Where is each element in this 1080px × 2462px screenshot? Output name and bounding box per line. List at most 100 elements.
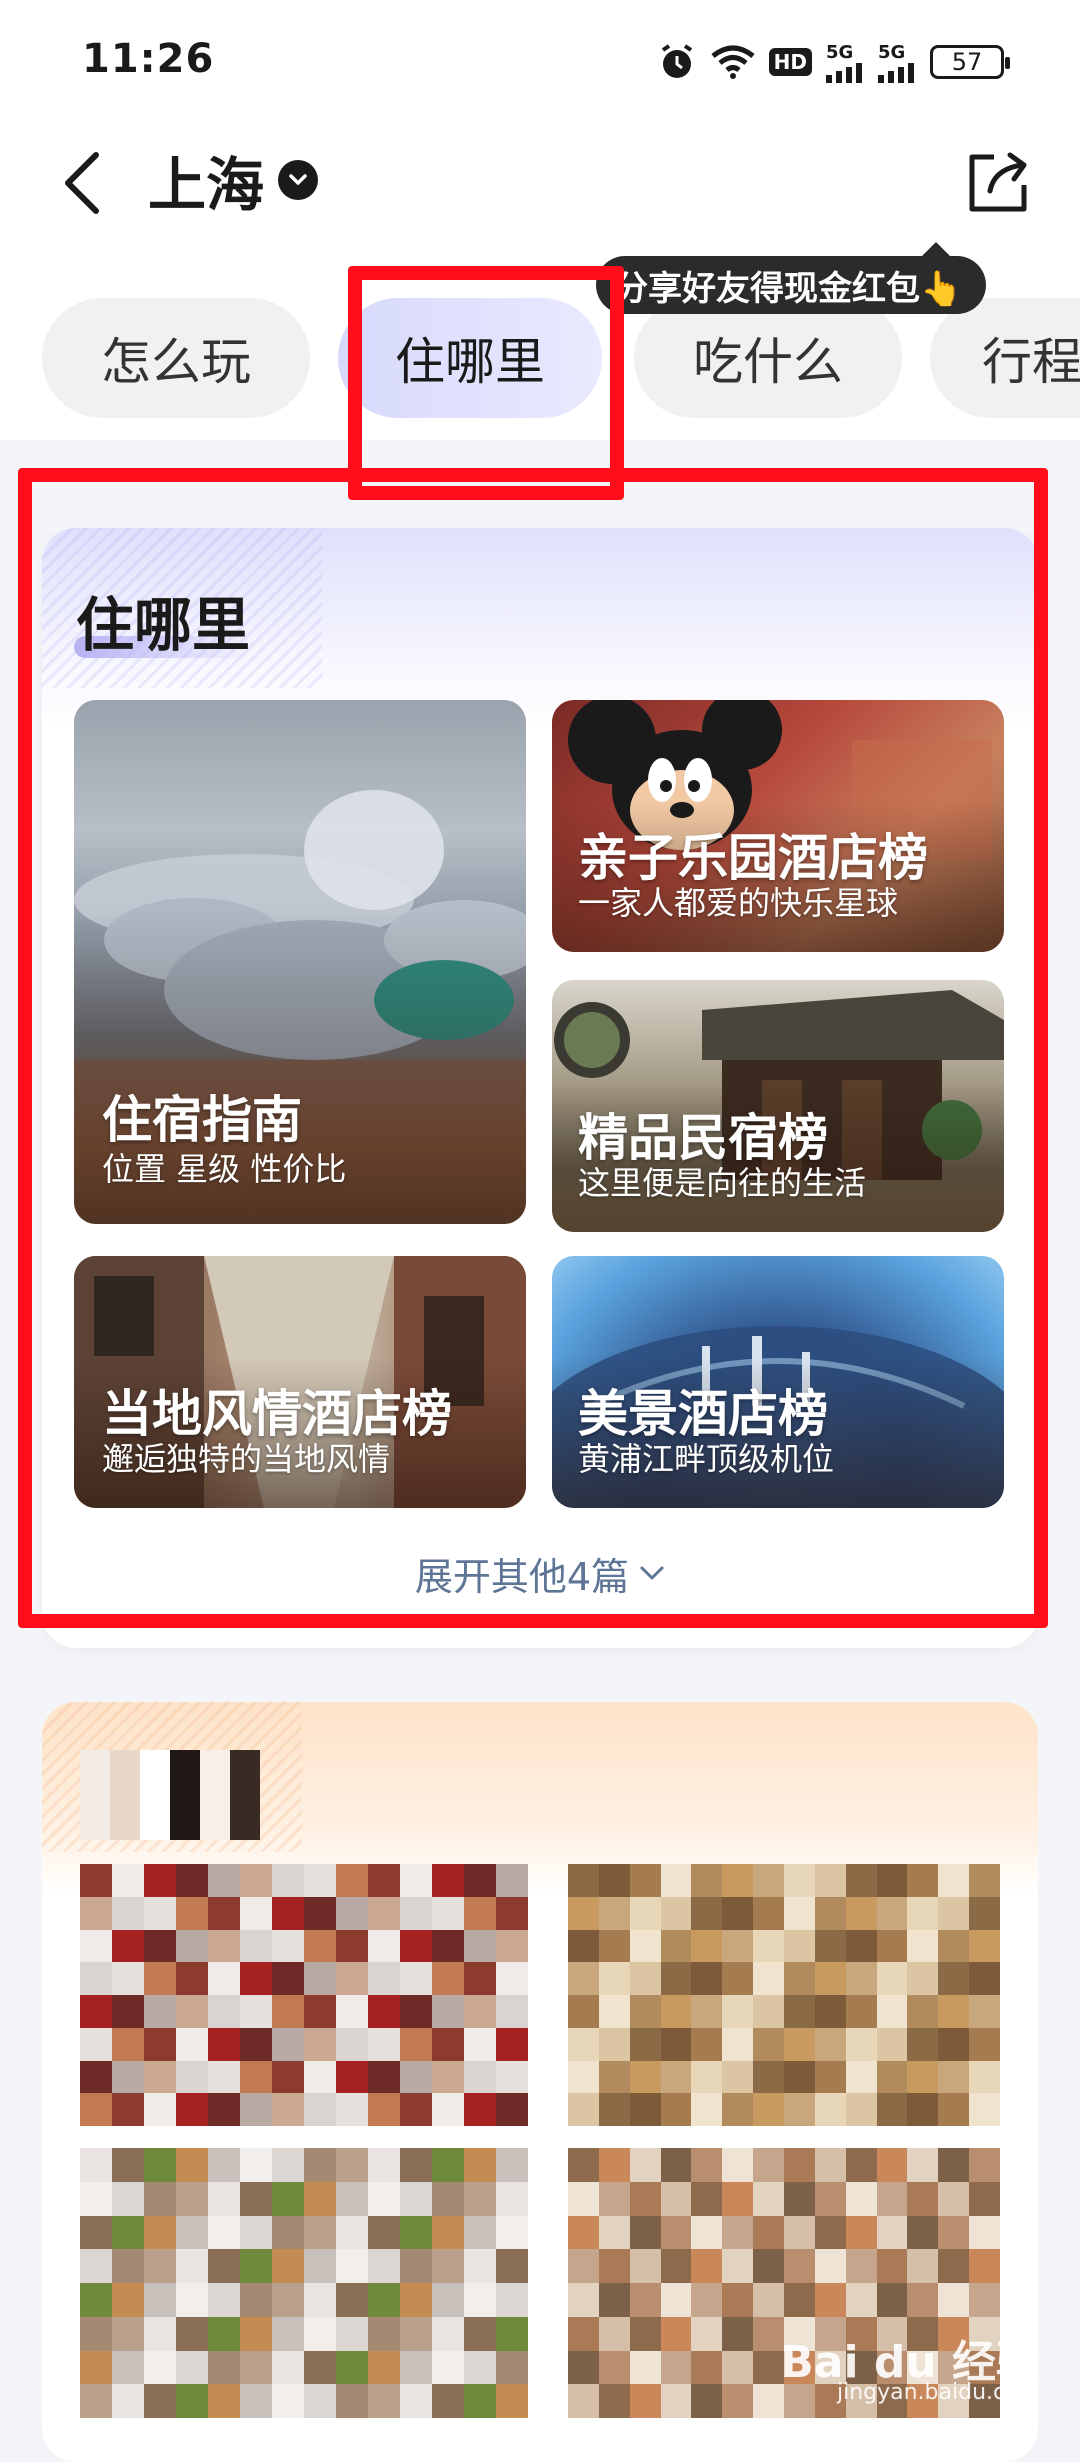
mosaic-pixel bbox=[691, 2215, 723, 2250]
mosaic-pixel bbox=[753, 2249, 784, 2283]
mosaic-pixel bbox=[304, 2249, 336, 2283]
tab-itinerary[interactable]: 行程 bbox=[930, 298, 1080, 418]
mosaic-pixel bbox=[112, 1962, 144, 1995]
mosaic-pixel bbox=[400, 1896, 432, 1930]
mosaic-pixel bbox=[144, 2384, 176, 2418]
mosaic-pixel bbox=[464, 2249, 496, 2283]
mosaic-pixel bbox=[272, 1995, 304, 2028]
mosaic-pixel bbox=[876, 1929, 908, 1963]
mosaic-pixel bbox=[144, 2148, 176, 2182]
mosaic-pixel bbox=[660, 1896, 692, 1930]
city-selector[interactable]: 上海 bbox=[148, 140, 319, 220]
mosaic-pixel bbox=[845, 2093, 877, 2126]
mosaic-pixel bbox=[176, 1896, 208, 1930]
mosaic-pixel bbox=[400, 1929, 432, 1963]
mosaic-pixel bbox=[432, 2316, 464, 2351]
mosaic-pixel bbox=[80, 2060, 112, 2094]
mosaic-pixel bbox=[876, 1864, 908, 1897]
mosaic-pixel bbox=[969, 2060, 1000, 2094]
mosaic-pixel bbox=[496, 2148, 528, 2182]
mosaic-pixel bbox=[496, 1929, 528, 1963]
mosaic-pixel bbox=[208, 1995, 240, 2028]
mosaic-pixel bbox=[464, 1864, 496, 1897]
mosaic-pixel bbox=[176, 2384, 208, 2418]
mosaic-pixel bbox=[112, 2316, 144, 2351]
mosaic-pixel bbox=[753, 2060, 784, 2094]
mosaic-pixel bbox=[753, 1995, 784, 2028]
mosaic-pixel bbox=[938, 2060, 970, 2094]
mosaic-pixel bbox=[176, 1864, 208, 1897]
mosaic-pixel bbox=[722, 2060, 754, 2094]
mosaic-pixel bbox=[568, 2384, 599, 2418]
wifi-icon bbox=[711, 44, 755, 80]
mosaic-pixel bbox=[629, 2350, 661, 2385]
mosaic-pixel bbox=[230, 1810, 260, 1840]
mosaic-pixel bbox=[432, 1896, 464, 1930]
mosaic-pixel bbox=[496, 2181, 528, 2216]
mosaic-pixel bbox=[272, 2350, 304, 2385]
mosaic-pixel bbox=[784, 2093, 815, 2126]
mosaic-pixel bbox=[272, 2316, 304, 2351]
mosaic-pixel bbox=[845, 1929, 877, 1963]
mosaic-pixel bbox=[240, 1962, 272, 1995]
mosaic-pixel bbox=[907, 2215, 939, 2250]
mosaic-pixel bbox=[336, 2093, 368, 2126]
mosaic-pixel bbox=[400, 2093, 432, 2126]
mosaic-pixel bbox=[568, 2148, 599, 2182]
mosaic-pixel bbox=[784, 1962, 815, 1995]
mosaic-pixel bbox=[814, 1995, 846, 2028]
mosaic-pixel bbox=[80, 2027, 112, 2061]
mosaic-pixel bbox=[80, 1896, 112, 1930]
mosaic-pixel bbox=[208, 2283, 240, 2317]
mosaic-pixel bbox=[629, 2148, 661, 2182]
mosaic-pixel bbox=[208, 1896, 240, 1930]
back-button[interactable] bbox=[52, 148, 112, 218]
mosaic-pixel bbox=[240, 1864, 272, 1897]
mosaic-pixel bbox=[80, 2316, 112, 2351]
mosaic-pixel bbox=[400, 2060, 432, 2094]
mosaic-pixel bbox=[80, 2093, 112, 2126]
share-reward-tooltip[interactable]: 分享好友得现金红包👆 bbox=[596, 242, 987, 314]
tab-how-to-play[interactable]: 怎么玩 bbox=[42, 298, 310, 418]
mosaic-pixel bbox=[368, 1896, 400, 1930]
mosaic-pixel bbox=[336, 2027, 368, 2061]
mosaic-pixel bbox=[240, 2249, 272, 2283]
mosaic-pixel bbox=[496, 2316, 528, 2351]
mosaic-pixel bbox=[432, 2283, 464, 2317]
mosaic-pixel bbox=[80, 2181, 112, 2216]
signal-icon-2: 5G bbox=[878, 42, 916, 83]
mosaic-pixel bbox=[969, 2027, 1000, 2061]
mosaic-pixel bbox=[208, 2249, 240, 2283]
network-label-1: 5G bbox=[826, 41, 854, 63]
signal-icon-1: 5G bbox=[826, 42, 864, 83]
mosaic-pixel bbox=[400, 2249, 432, 2283]
mosaic-pixel bbox=[496, 2060, 528, 2094]
mosaic-pixel bbox=[753, 2283, 784, 2317]
mosaic-pixel bbox=[722, 2181, 754, 2216]
mosaic-pixel bbox=[144, 2027, 176, 2061]
mosaic-pixel bbox=[845, 2148, 877, 2182]
mosaic-pixel bbox=[753, 2215, 784, 2250]
mosaic-pixel bbox=[336, 1864, 368, 1897]
mosaic-pixel bbox=[240, 2060, 272, 2094]
mosaic-pixel bbox=[80, 1780, 110, 1810]
mosaic-pixel bbox=[176, 2027, 208, 2061]
mosaic-pixel bbox=[722, 2093, 754, 2126]
share-button[interactable] bbox=[962, 146, 1034, 218]
mosaic-pixel bbox=[660, 2027, 692, 2061]
mosaic-pixel bbox=[304, 2350, 336, 2385]
mosaic-pixel bbox=[691, 2181, 723, 2216]
mosaic-pixel bbox=[938, 2027, 970, 2061]
mosaic-pixel bbox=[660, 1962, 692, 1995]
mosaic-pixel bbox=[938, 1896, 970, 1930]
mosaic-pixel bbox=[784, 2181, 815, 2216]
mosaic-pixel bbox=[496, 1962, 528, 1995]
mosaic-pixel bbox=[629, 2181, 661, 2216]
mosaic-pixel bbox=[80, 2249, 112, 2283]
mosaic-pixel bbox=[272, 2283, 304, 2317]
tab-what-to-eat[interactable]: 吃什么 bbox=[634, 298, 902, 418]
mosaic-pixel bbox=[240, 2027, 272, 2061]
mosaic-pixel bbox=[240, 1896, 272, 1930]
mosaic-pixel bbox=[660, 2316, 692, 2351]
mosaic-pixel bbox=[629, 2060, 661, 2094]
